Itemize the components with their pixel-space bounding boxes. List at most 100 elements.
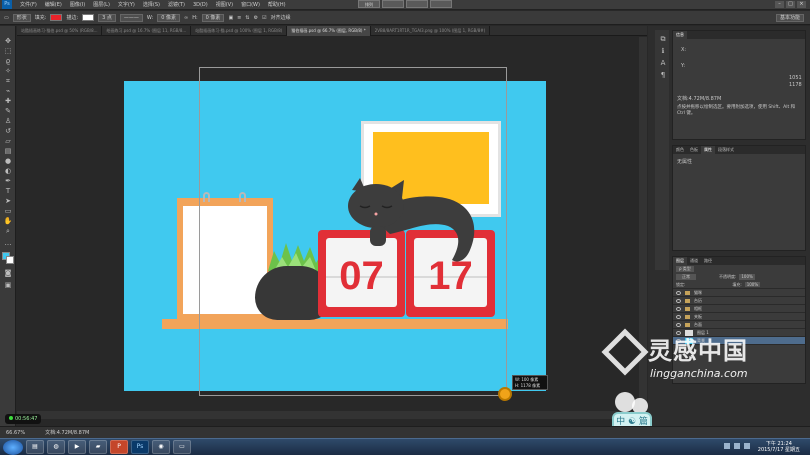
clock[interactable]: 下午 21:24 2015/7/17 星期五 — [758, 441, 800, 453]
quick-mask-icon[interactable]: ◙ — [3, 270, 13, 277]
zoom-button[interactable] — [406, 0, 428, 8]
pen-tool-icon[interactable]: ✒ — [3, 178, 13, 185]
magic-wand-icon[interactable]: ✧ — [3, 68, 13, 75]
paragraph-panel-icon[interactable]: ¶ — [658, 72, 668, 79]
blur-tool-icon[interactable]: ● — [3, 158, 13, 165]
player-icon[interactable]: ▶ — [68, 440, 86, 454]
eye-icon[interactable] — [676, 298, 681, 303]
workspace-select[interactable]: 基本功能 — [775, 13, 804, 22]
hand-tool-icon[interactable]: ✋ — [3, 218, 13, 225]
path-ops-icon[interactable]: ▣ — [228, 15, 233, 21]
start-button[interactable] — [3, 439, 23, 455]
layer-row[interactable]: 夹板 — [673, 313, 805, 321]
crop-tool-icon[interactable]: ⌗ — [3, 78, 13, 85]
eraser-icon[interactable]: ▱ — [3, 138, 13, 145]
menu-3d[interactable]: 3D(D) — [189, 2, 212, 8]
zoom-level[interactable]: 66.67% — [6, 430, 25, 436]
marquee-tool-icon[interactable]: ⬚ — [3, 48, 13, 55]
arrange-button[interactable]: 排列 — [358, 0, 380, 8]
layer-kind-select[interactable]: ρ 类型 — [676, 266, 694, 272]
opacity-input[interactable]: 100% — [739, 274, 755, 280]
info-panel-icon[interactable]: ℹ — [658, 48, 668, 55]
background-color-swatch[interactable] — [6, 256, 14, 264]
stroke-swatch[interactable] — [82, 14, 95, 21]
tab-swatches[interactable]: 色板 — [687, 146, 701, 154]
menu-type[interactable]: 文字(Y) — [114, 1, 139, 8]
tab-document[interactable]: 绘画练习.psd @ 16.7% (图层 11, RGB/8... — [102, 26, 192, 36]
tab-properties[interactable]: 属性 — [701, 146, 715, 154]
menu-image[interactable]: 图像(I) — [66, 1, 89, 8]
minimize-button[interactable]: – — [775, 1, 784, 8]
history-brush-icon[interactable]: ↺ — [3, 128, 13, 135]
horizontal-scrollbar[interactable] — [17, 411, 639, 419]
align-icon[interactable]: ≡ — [237, 15, 241, 21]
clone-stamp-icon[interactable]: ♙ — [3, 118, 13, 125]
dodge-tool-icon[interactable]: ◐ — [3, 168, 13, 175]
fill-swatch[interactable] — [50, 14, 63, 21]
tab-document[interactable]: 站酷插画练习-猫.psd @ 100% (图层 1, RGB/8) — [191, 26, 288, 36]
menu-window[interactable]: 窗口(W) — [237, 1, 264, 8]
move-tool-icon[interactable]: ✥ — [3, 38, 13, 45]
tab-info[interactable]: 信息 — [673, 31, 687, 39]
tab-layers[interactable]: 图层 — [673, 257, 687, 265]
shape-tool-icon[interactable]: ▭ — [3, 208, 13, 215]
powerpoint-icon[interactable]: P — [110, 440, 128, 454]
home-button[interactable] — [430, 0, 452, 8]
folder-icon[interactable]: ▰ — [89, 440, 107, 454]
path-select-icon[interactable]: ➤ — [3, 198, 13, 205]
zoom-tool-icon[interactable]: ⌕ — [3, 228, 13, 235]
brush-tool-icon[interactable]: ✎ — [3, 108, 13, 115]
window-icon[interactable]: ▭ — [173, 440, 191, 454]
screen-mode-button[interactable] — [382, 0, 404, 8]
more-tools-icon[interactable]: … — [3, 240, 13, 247]
fill-input[interactable]: 100% — [744, 282, 761, 287]
stroke-size-input[interactable]: 3 点 — [98, 13, 116, 22]
menu-edit[interactable]: 编辑(E) — [41, 1, 66, 8]
selection-bounding-box[interactable] — [199, 67, 507, 396]
menu-layer[interactable]: 图层(L) — [89, 1, 114, 8]
screen-mode-icon[interactable]: ▣ — [3, 282, 13, 289]
healing-brush-icon[interactable]: ✚ — [3, 98, 13, 105]
layer-row[interactable]: 相框 — [673, 305, 805, 313]
menu-select[interactable]: 选择(S) — [139, 1, 164, 8]
tab-document[interactable]: 2VB8/8ART1RT1R_TGAI3.png @ 100% (图层 1, R… — [371, 26, 491, 36]
network-icon[interactable] — [724, 443, 730, 449]
history-panel-icon[interactable]: ⧉ — [658, 36, 668, 43]
align-edges-checkbox[interactable]: ☑ — [262, 15, 266, 21]
character-panel-icon[interactable]: A — [658, 60, 668, 67]
close-button[interactable]: × — [797, 1, 806, 8]
shape-mode-select[interactable]: 形状 — [12, 13, 31, 22]
photoshop-icon[interactable]: Ps — [131, 440, 149, 454]
tool-preset-icon[interactable]: ▭ — [4, 15, 9, 21]
eye-icon[interactable] — [676, 306, 681, 311]
layer-row[interactable]: 猫咪 — [673, 289, 805, 297]
tab-document[interactable]: 站酷插画练习-猫伯.psd @ 50% (RGB/8... — [17, 26, 103, 36]
tab-document-active[interactable]: 猫伯插画.psd @ 66.7% (图层, RGB/8) * — [287, 26, 371, 36]
recorder-icon[interactable]: ◉ — [152, 440, 170, 454]
explorer-icon[interactable]: ▤ — [26, 440, 44, 454]
gear-icon[interactable]: ⚙ — [254, 15, 258, 21]
volume-icon[interactable] — [734, 443, 740, 449]
type-tool-icon[interactable]: T — [3, 188, 13, 195]
eyedropper-icon[interactable]: ⌁ — [3, 88, 13, 95]
eye-icon[interactable] — [676, 290, 681, 295]
gradient-tool-icon[interactable]: ▤ — [3, 148, 13, 155]
lasso-tool-icon[interactable]: ϱ — [3, 58, 13, 65]
menu-file[interactable]: 文件(F) — [16, 1, 41, 8]
tab-color[interactable]: 颜色 — [673, 146, 687, 154]
width-input[interactable]: 0 像素 — [157, 13, 181, 22]
tab-channels[interactable]: 通道 — [687, 257, 701, 265]
browser-icon[interactable]: ◍ — [47, 440, 65, 454]
height-input[interactable]: 0 像素 — [201, 13, 225, 22]
blend-mode-select[interactable]: 正常 — [676, 274, 696, 280]
maximize-button[interactable]: □ — [786, 1, 795, 8]
arrange-icon[interactable]: ⇅ — [245, 15, 249, 21]
link-icon[interactable]: ∞ — [184, 15, 188, 21]
layer-row[interactable]: 台历 — [673, 297, 805, 305]
stroke-style-select[interactable]: ——— — [119, 13, 143, 22]
tab-paragraph-styles[interactable]: 段落样式 — [715, 146, 737, 154]
eye-icon[interactable] — [676, 314, 681, 319]
menu-filter[interactable]: 滤镜(T) — [164, 1, 189, 8]
flag-icon[interactable] — [744, 443, 750, 449]
tab-paths[interactable]: 路径 — [701, 257, 715, 265]
